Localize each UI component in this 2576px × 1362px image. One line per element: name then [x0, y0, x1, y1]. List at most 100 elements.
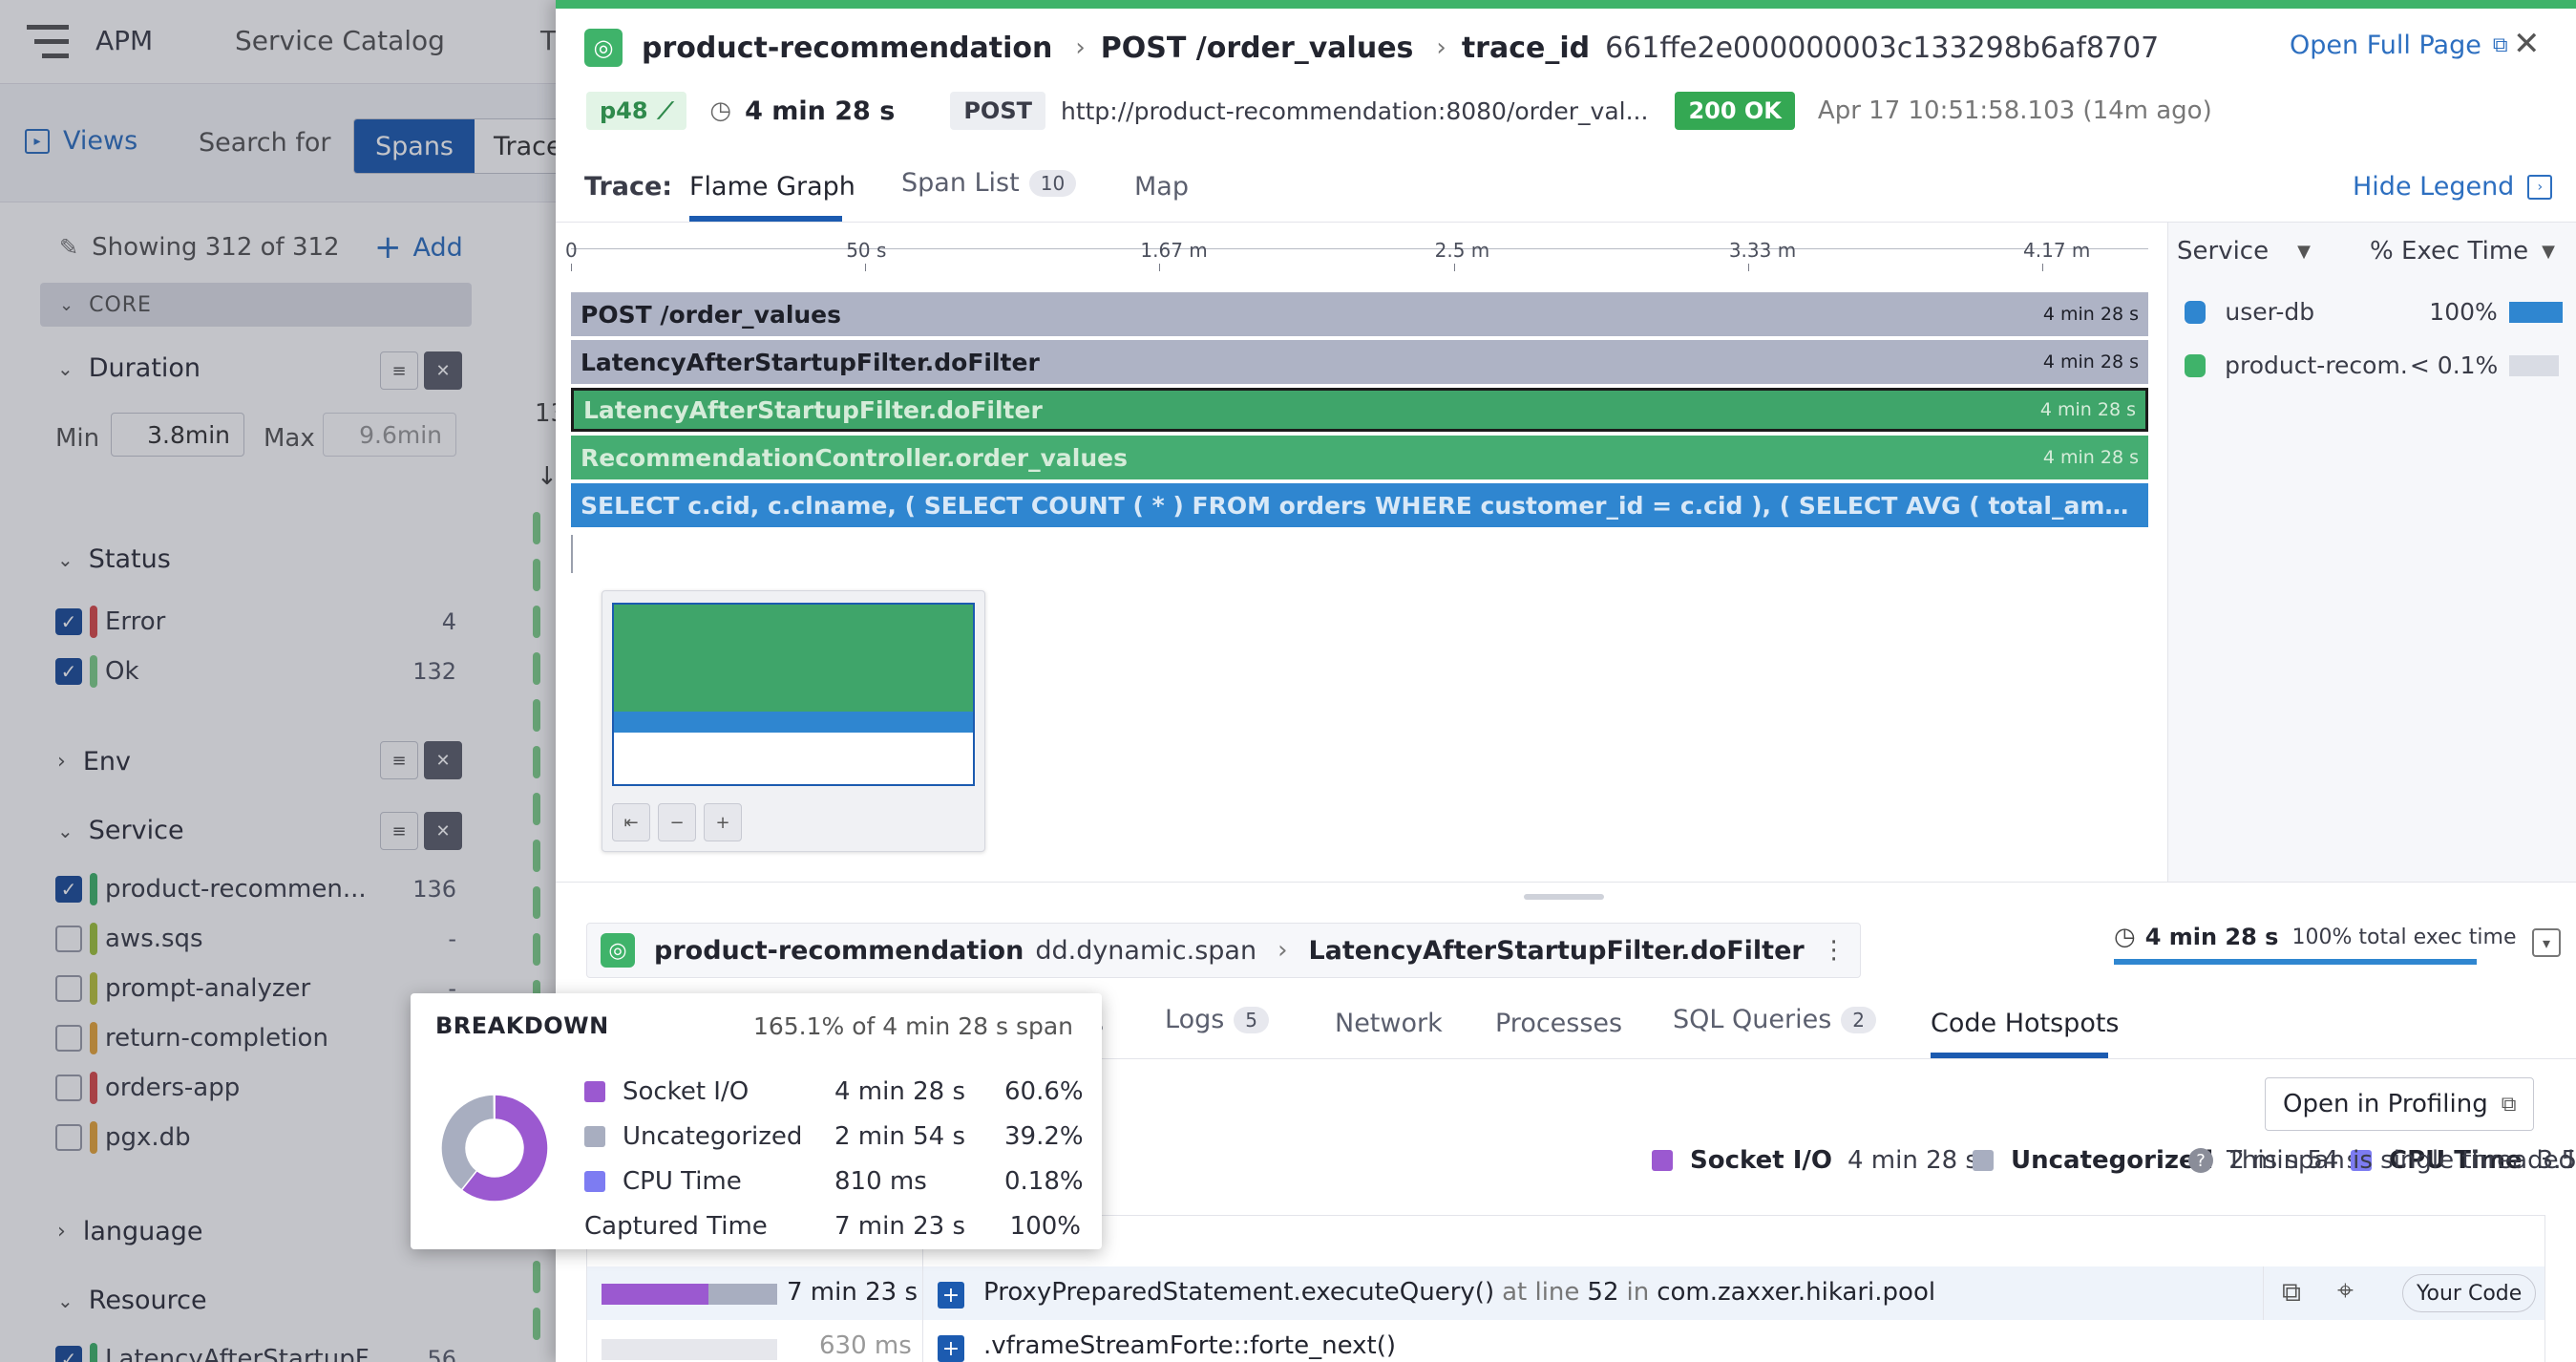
flame-span-bar[interactable]: LatencyAfterStartupFilter.doFilter 4 min …	[571, 340, 2148, 384]
request-url[interactable]: http://product-recommendation:8080/order…	[1061, 97, 1648, 125]
breakdown-value: 4 min 28 s	[834, 1077, 965, 1106]
breakdown-value: 2 min 54 s	[834, 1122, 965, 1151]
span-exec-bar	[2114, 959, 2477, 965]
flame-span-duration: 4 min 28 s	[2042, 304, 2139, 325]
flame-span-label: SELECT c.cid, c.clname, ( SELECT COUNT (…	[581, 491, 2139, 520]
more-options-icon[interactable]: ⋮	[1822, 936, 1847, 965]
breakdown-pct: 39.2%	[1004, 1122, 1084, 1151]
zoom-out-icon[interactable]: −	[658, 803, 696, 841]
flame-span-bar[interactable]: POST /order_values 4 min 28 s	[571, 292, 2148, 336]
tab-sql-queries[interactable]: SQL Queries 2	[1673, 1005, 1877, 1034]
flame-minimap[interactable]: ⇤ − +	[602, 590, 985, 852]
hotspot-time-bar	[602, 1339, 777, 1360]
span-exec-summary: ◷ 4 min 28 s 100% total exec time	[2114, 923, 2516, 951]
span-service[interactable]: product-recommendation	[654, 936, 1024, 966]
service-name[interactable]: product-recommendation	[642, 32, 1052, 65]
flame-span-duration: 4 min 28 s	[2039, 399, 2136, 420]
resize-handle[interactable]	[1524, 894, 1604, 900]
tab-processes[interactable]: Processes	[1495, 1009, 1622, 1038]
axis-tick-label: 4.17 m	[2023, 239, 2091, 262]
tab-flame-graph-label: Flame Graph	[689, 172, 855, 202]
resource-name[interactable]: POST /order_values	[1101, 32, 1414, 65]
frame-method[interactable]: .vframeStreamForte::forte_next()	[983, 1331, 1396, 1360]
donut-slice	[493, 1094, 496, 1120]
legend-row[interactable]: product-recom... < 0.1%	[2185, 351, 2559, 379]
legend-exec-bar	[2508, 301, 2563, 323]
close-panel-icon[interactable]: ✕	[2513, 25, 2541, 63]
service-color-swatch	[2185, 300, 2206, 324]
frame-in: in	[1626, 1278, 1650, 1307]
hotspot-legend-label: Uncategorized	[2011, 1146, 2214, 1175]
flame-span-bar[interactable]: SELECT c.cid, c.clname, ( SELECT COUNT (…	[571, 483, 2148, 527]
legend-col-service-label: Service	[2177, 237, 2270, 266]
axis-tick-label: 0	[565, 239, 578, 262]
time-axis-line	[571, 248, 2148, 249]
hotspot-legend-swatch	[1652, 1150, 1673, 1171]
panel-status-stripe	[556, 0, 2576, 9]
legend-exec-bar	[2509, 354, 2559, 376]
hotspot-frame[interactable]: ProxyPreparedStatement.executeQuery() at…	[983, 1278, 1935, 1307]
target-icon[interactable]: ⌖	[2337, 1274, 2354, 1308]
hotspot-legend-swatch	[1973, 1150, 1994, 1171]
legend-row[interactable]: user-db 100%	[2185, 298, 2563, 326]
breakdown-row: Uncategorized 2 min 54 s 39.2%	[584, 1122, 1084, 1151]
trace-id-value[interactable]: 661ffe2e000000003c133298b6af8707	[1605, 32, 2159, 65]
copy-icon[interactable]: ⧉	[2282, 1276, 2301, 1309]
collapse-panel-icon[interactable]: ▾	[2532, 928, 2561, 957]
caret-down-icon: ▼	[2297, 241, 2311, 262]
legend-exec-pct: 100%	[2429, 298, 2498, 326]
service-color-swatch	[2185, 353, 2206, 377]
minimap-viewport[interactable]	[612, 603, 975, 786]
reset-zoom-icon[interactable]: ⇤	[612, 803, 650, 841]
clock-icon: ◷	[2114, 923, 2136, 951]
frame-at: at line	[1502, 1278, 1580, 1307]
sql-count-badge: 2	[1841, 1006, 1877, 1033]
hotspot-legend-value: 4 min 28 s	[1847, 1146, 1978, 1175]
span-resource[interactable]: LatencyAfterStartupFilter.doFilter	[1308, 936, 1804, 966]
expand-icon[interactable]: +	[938, 1282, 964, 1309]
captured-pct: 100%	[1009, 1212, 1081, 1241]
tab-flame-graph[interactable]: Flame Graph	[689, 172, 855, 202]
caret-down-icon: ▼	[2542, 241, 2556, 262]
breakdown-swatch	[584, 1126, 605, 1147]
flame-span-bar[interactable]: RecommendationController.order_values 4 m…	[571, 436, 2148, 479]
axis-tick	[1453, 264, 1455, 271]
breakdown-subtitle: 165.1% of 4 min 28 s span	[752, 1012, 1073, 1040]
percentile-badge[interactable]: p48 ⟋	[586, 92, 687, 130]
hide-legend-button[interactable]: Hide Legend ›	[2353, 172, 2553, 202]
open-full-page-link[interactable]: Open Full Page ⧉	[2290, 31, 2508, 60]
open-full-page-label: Open Full Page	[2290, 31, 2481, 60]
help-icon[interactable]: ?	[2188, 1148, 2213, 1173]
breakdown-pct: 60.6%	[1004, 1077, 1084, 1106]
globe-icon: ◎	[584, 29, 623, 67]
axis-tick	[1159, 264, 1161, 271]
tab-map[interactable]: Map	[1134, 172, 1189, 202]
legend-col-exec-time[interactable]: % Exec Time ▼	[2370, 237, 2555, 266]
legend-col-exec-label: % Exec Time	[2370, 237, 2529, 266]
axis-tick	[1747, 264, 1749, 271]
span-count-badge: 10	[1028, 169, 1077, 197]
span-header: ◎ product-recommendation dd.dynamic.span…	[586, 923, 1861, 978]
zoom-in-icon[interactable]: +	[704, 803, 742, 841]
active-detail-tab-indicator	[1931, 1053, 2108, 1058]
expand-icon[interactable]: +	[938, 1335, 964, 1362]
legend-col-service[interactable]: Service ▼	[2177, 237, 2311, 266]
flame-span-bar[interactable]: LatencyAfterStartupFilter.doFilter 4 min …	[571, 388, 2148, 432]
breakdown-pct: 0.18%	[1004, 1167, 1084, 1196]
chevron-right-icon: ›	[1277, 936, 1288, 965]
tab-logs-label: Logs	[1165, 1005, 1225, 1034]
open-in-profiling-button[interactable]: Open in Profiling ⧉	[2265, 1077, 2535, 1131]
tab-logs[interactable]: Logs 5	[1165, 1005, 1270, 1034]
tab-sql-label: SQL Queries	[1673, 1005, 1832, 1034]
trace-meta: p48 ⟋ ◷ 4 min 28 s POST http://product-re…	[586, 92, 2212, 130]
breakdown-donut	[440, 1094, 549, 1202]
tab-network[interactable]: Network	[1335, 1009, 1443, 1038]
trace-id-label: trace_id	[1461, 31, 1591, 65]
axis-tick	[2042, 264, 2044, 271]
tab-code-hotspots[interactable]: Code Hotspots	[1931, 1009, 2120, 1038]
single-thread-label: This span is single threaded	[2227, 1146, 2575, 1175]
external-link-icon: ⧉	[2501, 1092, 2517, 1117]
tab-span-list[interactable]: Span List 10	[901, 168, 1077, 198]
frame-line: 52	[1587, 1278, 1619, 1307]
axis-tick-label: 3.33 m	[1728, 239, 1797, 262]
